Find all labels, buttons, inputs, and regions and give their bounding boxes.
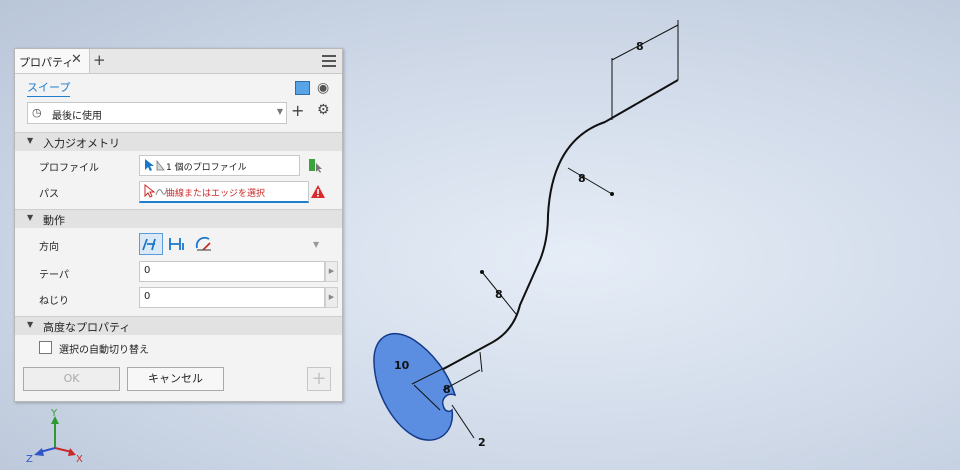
section-input-geometry[interactable]: ▼ 入力ジオメトリ bbox=[15, 132, 342, 151]
dim-label-diameter[interactable]: 10 bbox=[394, 359, 410, 372]
add-preset-icon[interactable]: + bbox=[291, 101, 304, 120]
dimension-mid-left[interactable]: 8 bbox=[480, 270, 517, 315]
section-input-geometry-title: 入力ジオメトリ bbox=[43, 137, 120, 150]
collapse-arrow-icon: ▼ bbox=[27, 320, 34, 329]
direction-guide-icon[interactable] bbox=[193, 234, 215, 254]
eye-icon[interactable]: ◉ bbox=[317, 80, 329, 96]
chevron-down-icon[interactable]: ▼ bbox=[313, 240, 319, 249]
dim-label-mid-left: 8 bbox=[495, 288, 503, 301]
direction-parallel-icon[interactable] bbox=[166, 234, 188, 254]
dimension-mid-right[interactable]: 8 bbox=[567, 167, 614, 196]
section-advanced[interactable]: ▼ 高度なプロパティ bbox=[15, 316, 342, 335]
taper-spin-arrow-icon[interactable]: ▶ bbox=[325, 261, 338, 282]
profile-label: プロファイル bbox=[39, 163, 99, 174]
section-behavior[interactable]: ▼ 動作 bbox=[15, 209, 342, 228]
preset-value: 最後に使用 bbox=[52, 111, 102, 122]
dimension-notch[interactable]: 2 bbox=[451, 404, 486, 449]
direction-path-icon[interactable] bbox=[139, 233, 163, 255]
gear-icon[interactable]: ⚙ bbox=[317, 102, 330, 118]
profile-selector[interactable]: 1 個のプロファイル bbox=[139, 155, 300, 176]
auto-switch-checkbox[interactable] bbox=[39, 341, 52, 354]
taper-value: 0 bbox=[144, 265, 151, 276]
auto-switch-label: 選択の自動切り替え bbox=[59, 345, 149, 356]
triad-z-label: Z bbox=[26, 454, 33, 465]
dim-label-top: 8 bbox=[636, 40, 644, 53]
triad-x-label: X bbox=[76, 454, 83, 465]
dim-label-notch: 2 bbox=[478, 436, 486, 449]
apply-plus-button[interactable]: + bbox=[307, 367, 331, 391]
twist-input[interactable]: 0 bbox=[139, 287, 325, 308]
cube-icon[interactable] bbox=[295, 81, 310, 95]
preset-dropdown[interactable]: ◷ 最後に使用 ▼ bbox=[27, 102, 287, 124]
add-tab-icon[interactable]: + bbox=[93, 51, 106, 69]
z-axis-arrow-icon bbox=[34, 448, 44, 456]
path-value: 曲線またはエッジを選択 bbox=[166, 189, 266, 199]
collapse-arrow-icon: ▼ bbox=[27, 213, 34, 222]
twist-label: ねじり bbox=[39, 296, 69, 307]
tab-properties-label: プロパティ bbox=[19, 56, 74, 69]
path-label: パス bbox=[39, 189, 59, 200]
dim-label-profile-offset: 8 bbox=[443, 383, 451, 396]
close-icon[interactable]: ✕ bbox=[71, 52, 82, 67]
command-title: スイープ bbox=[27, 79, 71, 97]
dim-label-mid-right: 8 bbox=[578, 172, 586, 185]
taper-input[interactable]: 0 bbox=[139, 261, 325, 282]
profile-value: 1 個のプロファイル bbox=[166, 163, 247, 173]
x-axis-arrow-icon bbox=[68, 448, 76, 456]
sweep-path-curve[interactable] bbox=[413, 79, 679, 386]
chevron-down-icon: ▼ bbox=[276, 107, 283, 116]
view-triad[interactable]: Y X Z bbox=[26, 408, 83, 465]
hamburger-menu-icon[interactable] bbox=[322, 55, 336, 67]
twist-spin-arrow-icon[interactable]: ▶ bbox=[325, 287, 338, 308]
cancel-button[interactable]: キャンセル bbox=[127, 367, 224, 391]
collapse-arrow-icon: ▼ bbox=[27, 136, 34, 145]
triad-y-label: Y bbox=[50, 408, 58, 419]
path-selector[interactable]: 曲線またはエッジを選択 bbox=[139, 181, 309, 203]
taper-label: テーパ bbox=[39, 270, 69, 281]
twist-value: 0 bbox=[144, 291, 151, 302]
section-advanced-title: 高度なプロパティ bbox=[43, 321, 131, 334]
select-cursor-icon bbox=[145, 159, 165, 171]
dimension-top[interactable]: 8 bbox=[611, 20, 679, 120]
properties-panel: プロパティ ✕ + スイープ ◉ ◷ 最後に使用 ▼ + ⚙ ▼ 入力ジオメトリ… bbox=[14, 48, 343, 402]
direction-label: 方向 bbox=[39, 242, 59, 253]
path-cursor-icon bbox=[144, 184, 168, 198]
tab-properties[interactable]: プロパティ ✕ bbox=[15, 49, 90, 73]
warning-icon bbox=[311, 185, 325, 198]
profile-status-icon bbox=[309, 159, 322, 173]
clock-icon: ◷ bbox=[32, 106, 42, 119]
ok-button[interactable]: OK bbox=[23, 367, 120, 391]
panel-tab-bar: プロパティ ✕ + bbox=[15, 49, 342, 74]
section-behavior-title: 動作 bbox=[43, 214, 65, 227]
